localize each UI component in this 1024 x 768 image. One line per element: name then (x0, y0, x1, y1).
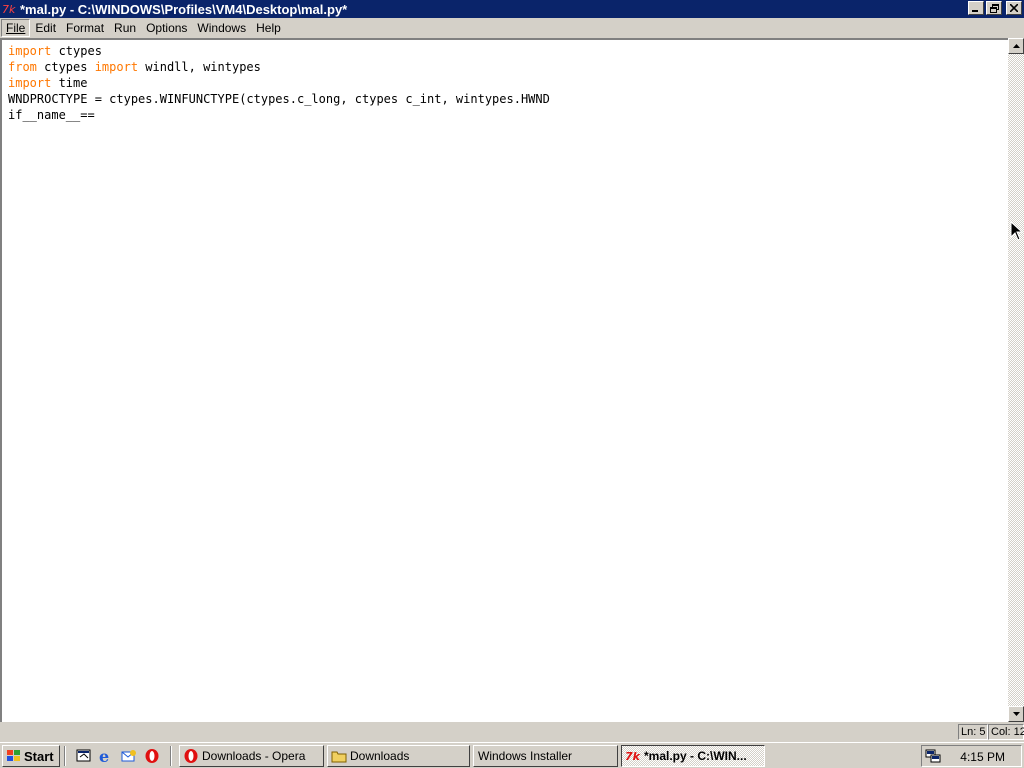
menu-help-label: Help (256, 21, 281, 35)
system-tray: 4:15 PM (921, 745, 1022, 767)
arrow-down-icon (1012, 712, 1020, 716)
code-text: windll, wintypes (138, 60, 261, 74)
scroll-down-button[interactable] (1008, 706, 1024, 722)
task-downloads-opera[interactable]: Downloads - Opera (179, 745, 324, 767)
taskbar-separator (64, 746, 66, 766)
code-text: ctypes (36, 60, 95, 74)
status-line: Ln: 5 (958, 724, 988, 740)
taskbar: Start e Downloads - Opera Downloads Wind… (0, 742, 1024, 768)
menu-bar: File Edit Format Run Options Windows Hel… (0, 18, 1024, 38)
code-line[interactable]: import ctypes (8, 43, 1002, 59)
internet-explorer-icon[interactable]: e (98, 748, 114, 764)
code-text: time (51, 76, 88, 90)
code-keyword: import (8, 76, 52, 90)
svg-text:e: e (99, 748, 109, 764)
menu-help[interactable]: Help (251, 19, 286, 37)
opera-icon (184, 749, 198, 763)
code-keyword: import (8, 44, 52, 58)
show-desktop-icon[interactable] (76, 748, 92, 764)
menu-run[interactable]: Run (109, 19, 141, 37)
menu-file[interactable]: File (1, 19, 31, 37)
status-col: Col: 12 (988, 724, 1024, 740)
code-text: ctypes (51, 44, 102, 58)
taskbar-separator (170, 746, 172, 766)
minimize-button[interactable] (968, 1, 984, 15)
task-downloads-folder[interactable]: Downloads (327, 745, 470, 767)
code-text: if__name__== (8, 108, 95, 122)
menu-file-label: File (6, 21, 26, 35)
code-line[interactable]: WNDPROCTYPE = ctypes.WINFUNCTYPE(ctypes.… (8, 91, 1002, 107)
restore-button[interactable] (986, 1, 1002, 15)
window-title: *mal.py - C:\WINDOWS\Profiles\VM4\Deskto… (20, 1, 348, 17)
code-line[interactable]: if__name__== (8, 107, 1002, 123)
task-windows-installer[interactable]: Windows Installer (473, 745, 618, 767)
mouse-cursor-icon (1010, 221, 1024, 241)
menu-windows-label: Windows (197, 21, 247, 35)
clock[interactable]: 4:15 PM (960, 750, 1005, 764)
idle-python-icon: 7k (625, 750, 641, 763)
menu-options[interactable]: Options (141, 19, 192, 37)
windows-logo-icon (7, 750, 20, 761)
vertical-scrollbar[interactable] (1008, 38, 1024, 722)
folder-icon (331, 751, 347, 763)
code-text: WNDPROCTYPE = ctypes.WINFUNCTYPE(ctypes.… (8, 92, 550, 106)
menu-edit-label: Edit (35, 21, 57, 35)
network-tray-icon[interactable] (925, 748, 941, 764)
arrow-up-icon (1012, 44, 1020, 48)
scroll-up-button[interactable] (1008, 38, 1024, 54)
code-keyword: from (8, 60, 37, 74)
task-label: Downloads (350, 749, 410, 763)
status-bar: Ln: 5 Col: 12 (0, 722, 1024, 742)
title-bar[interactable]: 7k *mal.py - C:\WINDOWS\Profiles\VM4\Des… (0, 0, 1024, 18)
menu-run-label: Run (114, 21, 137, 35)
opera-icon[interactable] (144, 748, 160, 764)
idle-python-icon[interactable]: 7k (2, 1, 18, 17)
outlook-express-icon[interactable] (121, 748, 137, 764)
code-editor[interactable]: import ctypes from ctypes import windll, … (0, 38, 1008, 722)
task-label: Windows Installer (478, 749, 573, 763)
start-label: Start (24, 748, 54, 764)
start-button[interactable]: Start (2, 745, 60, 767)
close-button[interactable] (1006, 1, 1022, 15)
code-keyword: import (94, 60, 139, 74)
menu-edit[interactable]: Edit (30, 19, 61, 37)
code-line[interactable]: from ctypes import windll, wintypes (8, 59, 1002, 75)
svg-text:7k: 7k (625, 750, 641, 763)
svg-text:7k: 7k (2, 3, 16, 16)
task-label: *mal.py - C:\WIN... (644, 749, 747, 763)
menu-format[interactable]: Format (61, 19, 109, 37)
menu-windows[interactable]: Windows (192, 19, 251, 37)
code-line[interactable]: import time (8, 75, 1002, 91)
menu-format-label: Format (66, 21, 105, 35)
task-mal-py[interactable]: 7k *mal.py - C:\WIN... (621, 745, 765, 767)
menu-options-label: Options (146, 21, 188, 35)
task-label: Downloads - Opera (202, 749, 306, 763)
